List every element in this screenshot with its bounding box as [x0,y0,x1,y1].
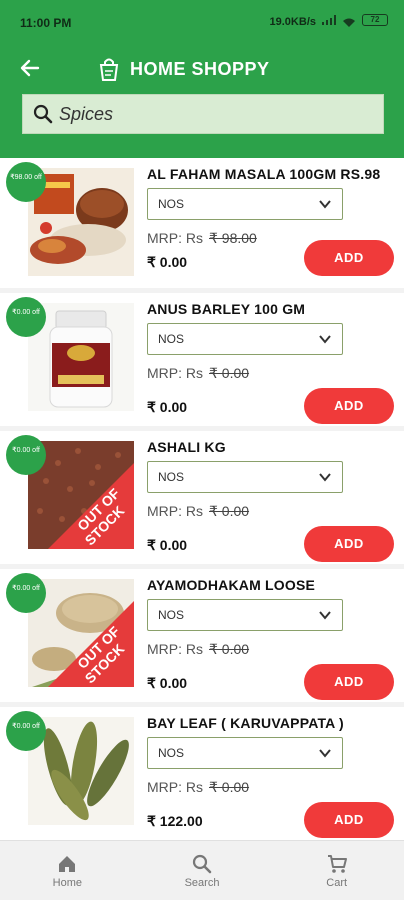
unit-value: NOS [158,608,185,622]
nav-home[interactable]: Home [0,841,135,900]
bottom-nav: Home Search Cart [0,840,404,900]
discount-badge: ₹0.00 off [6,435,46,475]
mrp-row: MRP: Rs ₹ 0.00 [147,503,249,520]
unit-value: NOS [158,197,185,211]
add-button[interactable]: ADD [304,802,394,838]
brand: HOME SHOPPY [96,52,270,86]
mrp-label: MRP: Rs [147,503,203,519]
mrp-label: MRP: Rs [147,230,203,246]
product-price: ₹ 0.00 [147,399,188,415]
unit-dropdown[interactable]: NOS [147,188,343,220]
chevron-down-icon [319,200,331,209]
product-price: ₹ 122.00 [147,813,203,829]
chevron-down-icon [319,749,331,758]
product-name: BAY LEAF ( KARUVAPPATA ) [147,715,344,731]
nav-search-label: Search [184,877,220,889]
product-card: ₹0.00 off BAY LEAF ( KARUVAPPATA ) NOS M… [0,707,404,840]
network-speed: 19.0KB/s [269,16,316,28]
unit-value: NOS [158,470,185,484]
status-bar: 11:00 PM 19.0KB/s 72 [0,0,404,46]
unit-dropdown[interactable]: NOS [147,737,343,769]
product-card: OUT OF STOCK ₹0.00 off ASHALI KG NOS MRP… [0,431,404,564]
app-toolbar: HOME SHOPPY [0,46,404,158]
mrp-label: MRP: Rs [147,365,203,381]
mrp-value: ₹ 0.00 [209,641,250,657]
discount-badge: ₹0.00 off [6,573,46,613]
mrp-label: MRP: Rs [147,779,203,795]
nav-search[interactable]: Search [135,841,270,900]
mrp-value: ₹ 98.00 [209,230,257,246]
cart-icon [327,855,347,873]
mrp-value: ₹ 0.00 [209,503,250,519]
discount-badge: ₹0.00 off [6,711,46,751]
status-icons: 72 [322,14,388,27]
add-button[interactable]: ADD [304,388,394,424]
product-list[interactable]: ₹98.00 off AL FAHAM MASALA 100GM RS.98 N… [0,158,404,840]
product-price: ₹ 0.00 [147,537,188,553]
mrp-row: MRP: Rs ₹ 0.00 [147,779,249,796]
add-button[interactable]: ADD [304,664,394,700]
search-icon [33,104,53,124]
mrp-row: MRP: Rs ₹ 0.00 [147,641,249,658]
product-name: ANUS BARLEY 100 GM [147,301,306,317]
product-name: AYAMODHAKAM LOOSE [147,577,316,593]
product-card: OUT OF STOCK ₹0.00 off AYAMODHAKAM LOOSE… [0,569,404,702]
add-button[interactable]: ADD [304,240,394,276]
add-button[interactable]: ADD [304,526,394,562]
unit-value: NOS [158,746,185,760]
battery-icon: 72 [362,14,388,26]
mrp-value: ₹ 0.00 [209,365,250,381]
wifi-icon [342,15,356,27]
unit-value: NOS [158,332,185,346]
mrp-value: ₹ 0.00 [209,779,250,795]
unit-dropdown[interactable]: NOS [147,599,343,631]
status-time: 11:00 PM [20,16,72,30]
nav-cart-label: Cart [326,877,348,889]
chevron-down-icon [319,335,331,344]
discount-badge: ₹98.00 off [6,162,46,202]
chevron-down-icon [319,611,331,620]
home-icon [59,856,76,872]
product-price: ₹ 0.00 [147,675,188,691]
product-price: ₹ 0.00 [147,254,188,270]
nav-cart[interactable]: Cart [269,841,404,900]
product-card: ₹98.00 off AL FAHAM MASALA 100GM RS.98 N… [0,158,404,288]
shopping-bag-icon [99,58,119,81]
mrp-label: MRP: Rs [147,641,203,657]
nav-home-label: Home [52,877,82,889]
signal-icon [322,15,336,25]
discount-badge: ₹0.00 off [6,297,46,337]
arrow-left-icon [20,59,40,77]
unit-dropdown[interactable]: NOS [147,323,343,355]
mrp-row: MRP: Rs ₹ 0.00 [147,365,249,382]
unit-dropdown[interactable]: NOS [147,461,343,493]
product-card: ₹0.00 off ANUS BARLEY 100 GM NOS MRP: Rs… [0,293,404,426]
chevron-down-icon [319,473,331,482]
back-button[interactable] [14,52,46,84]
app-title: HOME SHOPPY [130,58,270,79]
search-icon [192,854,212,874]
product-name: ASHALI KG [147,439,226,455]
search-input[interactable] [59,103,359,125]
mrp-row: MRP: Rs ₹ 98.00 [147,230,257,247]
product-name: AL FAHAM MASALA 100GM RS.98 [147,166,381,182]
search-bar[interactable] [22,94,384,134]
